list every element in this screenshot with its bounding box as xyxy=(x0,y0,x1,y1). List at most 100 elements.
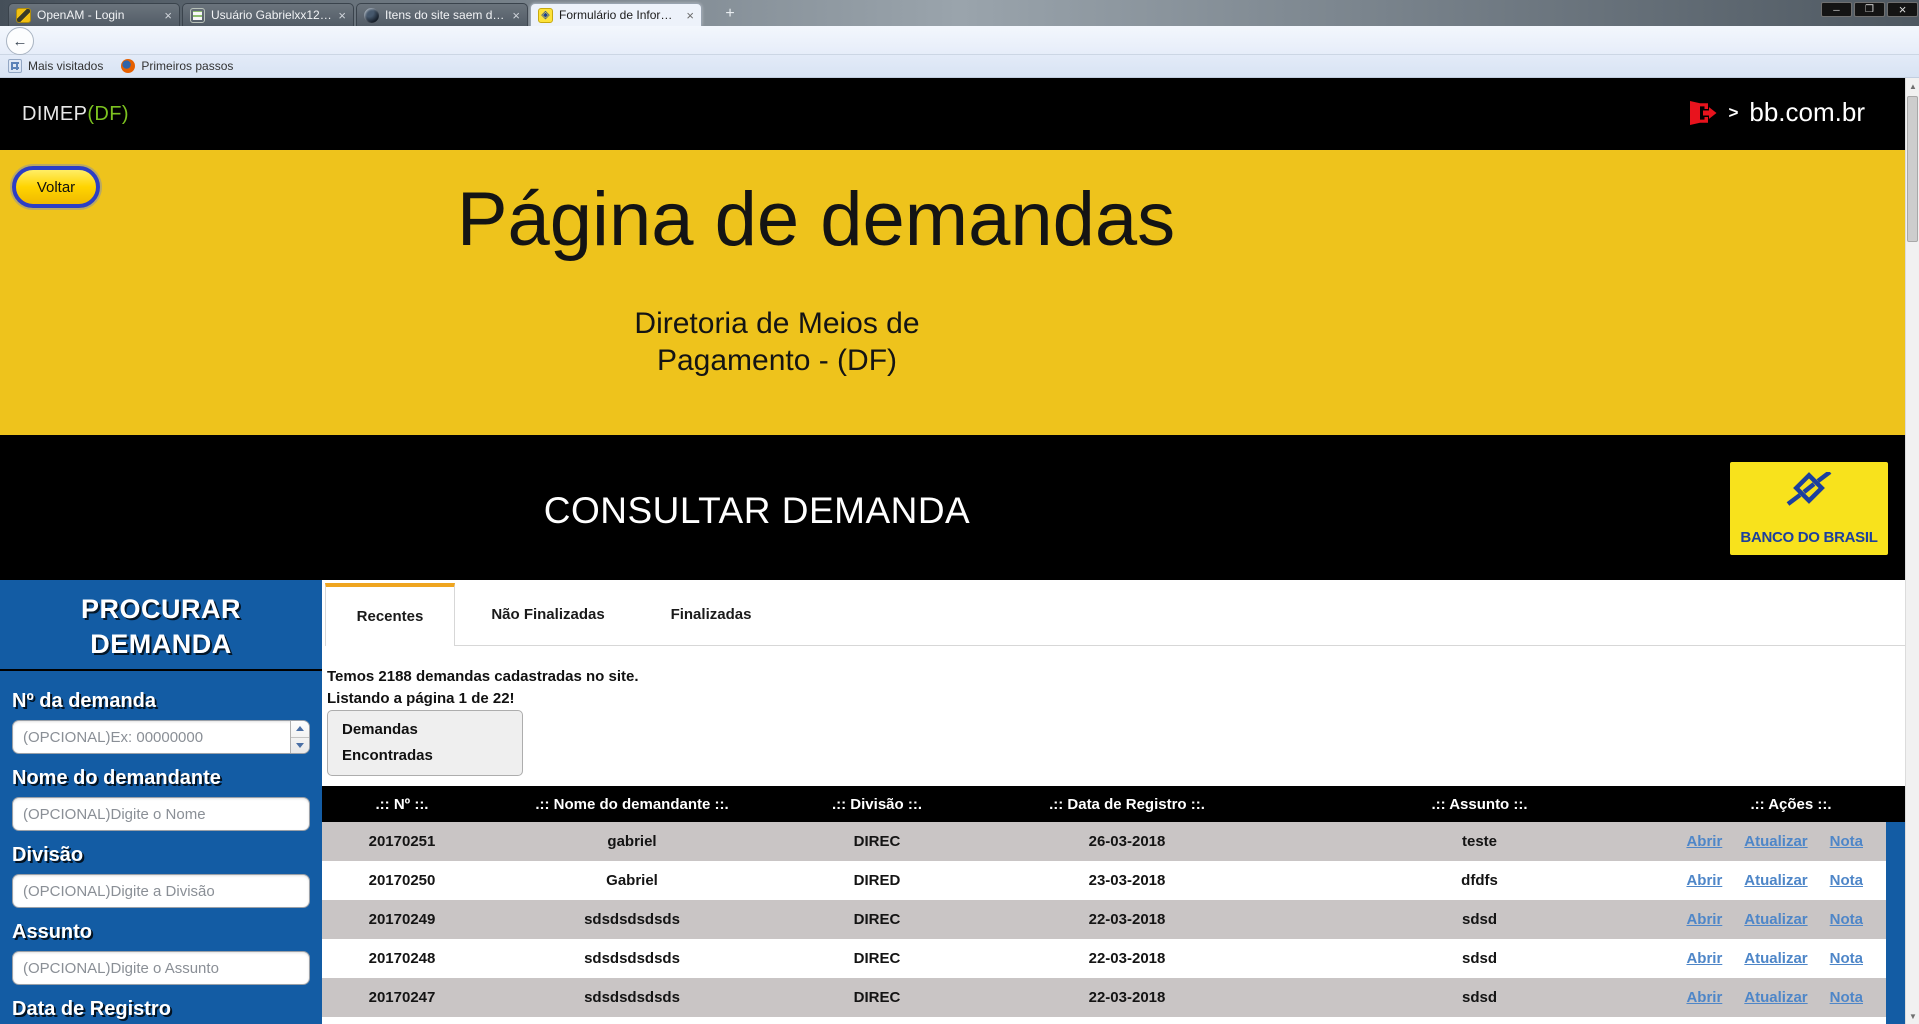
table-cell: 23-03-2018 xyxy=(1088,872,1166,889)
close-button[interactable] xyxy=(1887,2,1918,17)
brand: DIMEP(DF) xyxy=(22,103,129,125)
brand-suffix: (DF) xyxy=(87,103,129,125)
table-row: 20170251 gabriel DIREC 26-03-2018 teste Abrir… xyxy=(322,822,1905,861)
demand-tab[interactable]: Não Finalizadas xyxy=(455,583,641,646)
action-link-nota[interactable]: Nota xyxy=(1830,911,1863,928)
field-input[interactable] xyxy=(12,720,310,754)
page-scrollbar[interactable] xyxy=(1905,78,1919,1024)
table-header-cell: .:: Ações ::. xyxy=(1750,795,1832,813)
action-link-atualizar[interactable]: Atualizar xyxy=(1744,989,1807,1006)
tab-row-filler xyxy=(781,583,1905,646)
minimize-button[interactable] xyxy=(1821,2,1852,17)
spinner-up-icon[interactable] xyxy=(291,721,309,738)
table-header-cell: .:: Nº ::. xyxy=(375,795,429,813)
action-link-atualizar[interactable]: Atualizar xyxy=(1744,833,1807,850)
scroll-down-icon[interactable] xyxy=(1906,1008,1919,1024)
logout-link[interactable]: > bb.com.br xyxy=(1687,97,1865,128)
action-link-nota[interactable]: Nota xyxy=(1830,872,1863,889)
field-input[interactable] xyxy=(12,797,310,831)
table-cell: dfdfs xyxy=(1461,872,1498,889)
table-cell: 20170247 xyxy=(368,989,436,1006)
action-link-abrir[interactable]: Abrir xyxy=(1686,872,1722,889)
table-edge-strip xyxy=(1886,822,1905,1024)
table-cell: DIRED xyxy=(853,872,901,889)
tab-favicon-icon xyxy=(364,7,379,23)
tab-title: Formulário de Informações... xyxy=(559,8,680,22)
action-link-abrir[interactable]: Abrir xyxy=(1686,989,1722,1006)
action-link-abrir[interactable]: Abrir xyxy=(1686,833,1722,850)
section-band: CONSULTAR DEMANDA BANCO DO BRASIL xyxy=(0,435,1905,580)
field-input[interactable] xyxy=(12,874,310,908)
field-label: Data de Registro xyxy=(12,998,171,1020)
scroll-up-icon[interactable] xyxy=(1906,78,1919,94)
bookmarks-bar: Mais visitados Primeiros passos xyxy=(0,55,1919,78)
tab-close-icon[interactable] xyxy=(338,9,346,22)
table-header-cell: .:: Divisão ::. xyxy=(831,795,922,813)
table-cell: 20170249 xyxy=(368,911,436,928)
actions-cell: Abrir Atualizar Nota xyxy=(1677,989,1905,1006)
field-input[interactable] xyxy=(12,951,310,985)
browser-tab[interactable]: Formulário de Informações... xyxy=(530,3,702,26)
bookmark-item[interactable]: Primeiros passos xyxy=(121,59,233,73)
table-row: 20170249 sdsdsdsdsds DIREC 22-03-2018 sdsd Ab… xyxy=(322,900,1905,939)
action-link-abrir[interactable]: Abrir xyxy=(1686,911,1722,928)
bookmark-label: Mais visitados xyxy=(28,59,104,73)
browser-titlebar: OpenAM - Login Usuário Gabrielxx12 - Sta… xyxy=(0,0,1919,26)
action-link-abrir[interactable]: Abrir xyxy=(1686,950,1722,967)
table-cell: teste xyxy=(1461,833,1498,850)
table-row: 20170250 Gabriel DIRED 23-03-2018 dfdfs Abrir… xyxy=(322,861,1905,900)
bookmark-item[interactable]: Mais visitados xyxy=(8,59,103,73)
tab-favicon-icon xyxy=(190,7,205,23)
browser-tab[interactable]: OpenAM - Login xyxy=(8,3,180,26)
table-cell: sdsd xyxy=(1461,911,1497,928)
new-tab-button[interactable]: + xyxy=(718,5,742,24)
search-field: Nome do demandante xyxy=(12,767,310,831)
table-body: 20170251 gabriel DIREC 26-03-2018 teste Abrir… xyxy=(322,822,1905,1017)
search-sidebar: PROCURARDEMANDA Nº da demanda Nome do de… xyxy=(0,580,322,1024)
page-banner: Voltar Página de demandas Diretoria de M… xyxy=(0,150,1905,435)
table-cell: 20170248 xyxy=(368,950,436,967)
demand-tab[interactable]: Recentes xyxy=(325,583,455,646)
site-header: DIMEP(DF) > bb.com.br xyxy=(0,78,1905,150)
tab-close-icon[interactable] xyxy=(512,9,520,22)
search-field: Divisão xyxy=(12,844,310,908)
spinner-down-icon[interactable] xyxy=(291,738,309,754)
demand-tab-label: Recentes xyxy=(356,608,424,625)
action-link-atualizar[interactable]: Atualizar xyxy=(1744,872,1807,889)
scrollbar-thumb[interactable] xyxy=(1907,96,1918,242)
browser-tab[interactable]: Itens do site saem do lugar... xyxy=(356,3,528,26)
table-cell: Gabriel xyxy=(606,872,658,889)
action-link-atualizar[interactable]: Atualizar xyxy=(1744,950,1807,967)
chevron-right-icon: > xyxy=(1728,102,1739,122)
action-link-nota[interactable]: Nota xyxy=(1830,950,1863,967)
page-title: Página de demandas xyxy=(456,177,1176,262)
restore-button[interactable] xyxy=(1854,2,1885,17)
number-spinner[interactable] xyxy=(290,721,309,753)
table-cell: 20170251 xyxy=(368,833,436,850)
demands-table: .:: Nº ::. .:: Nome do demandante ::. .:: … xyxy=(322,786,1905,1017)
section-title: CONSULTAR DEMANDA xyxy=(543,490,971,531)
results-panel: Recentes Não Finalizadas Finalizadas Tem… xyxy=(322,580,1905,1024)
bb-logo-text: BANCO DO BRASIL xyxy=(1740,529,1878,546)
actions-cell: Abrir Atualizar Nota xyxy=(1677,911,1905,928)
tab-close-icon[interactable] xyxy=(164,9,172,22)
table-row: 20170248 sdsdsdsdsds DIREC 22-03-2018 sdsd Ab… xyxy=(322,939,1905,978)
tab-strip: OpenAM - Login Usuário Gabrielxx12 - Sta… xyxy=(8,3,702,26)
navigation-toolbar: localhost/mining/consultar.php xyxy=(0,26,1919,79)
action-link-nota[interactable]: Nota xyxy=(1830,833,1863,850)
exit-door-icon xyxy=(1690,100,1717,125)
browser-tab[interactable]: Usuário Gabrielxx12 - Stack... xyxy=(182,3,354,26)
bookmark-favicon-icon xyxy=(8,59,22,73)
banco-do-brasil-logo: BANCO DO BRASIL xyxy=(1730,462,1888,555)
field-label: Divisão xyxy=(12,844,84,866)
demand-tab-label: Não Finalizadas xyxy=(491,605,605,623)
action-link-nota[interactable]: Nota xyxy=(1830,989,1863,1006)
demand-tab-label: Finalizadas xyxy=(670,605,752,623)
action-link-atualizar[interactable]: Atualizar xyxy=(1744,911,1807,928)
content-area: PROCURARDEMANDA Nº da demanda Nome do de… xyxy=(0,580,1905,1024)
tab-close-icon[interactable] xyxy=(686,9,694,22)
demand-tab[interactable]: Finalizadas xyxy=(641,583,781,646)
table-cell: 22-03-2018 xyxy=(1088,989,1166,1006)
search-field: Nº da demanda xyxy=(12,690,310,754)
back-button[interactable]: ← xyxy=(6,27,34,55)
